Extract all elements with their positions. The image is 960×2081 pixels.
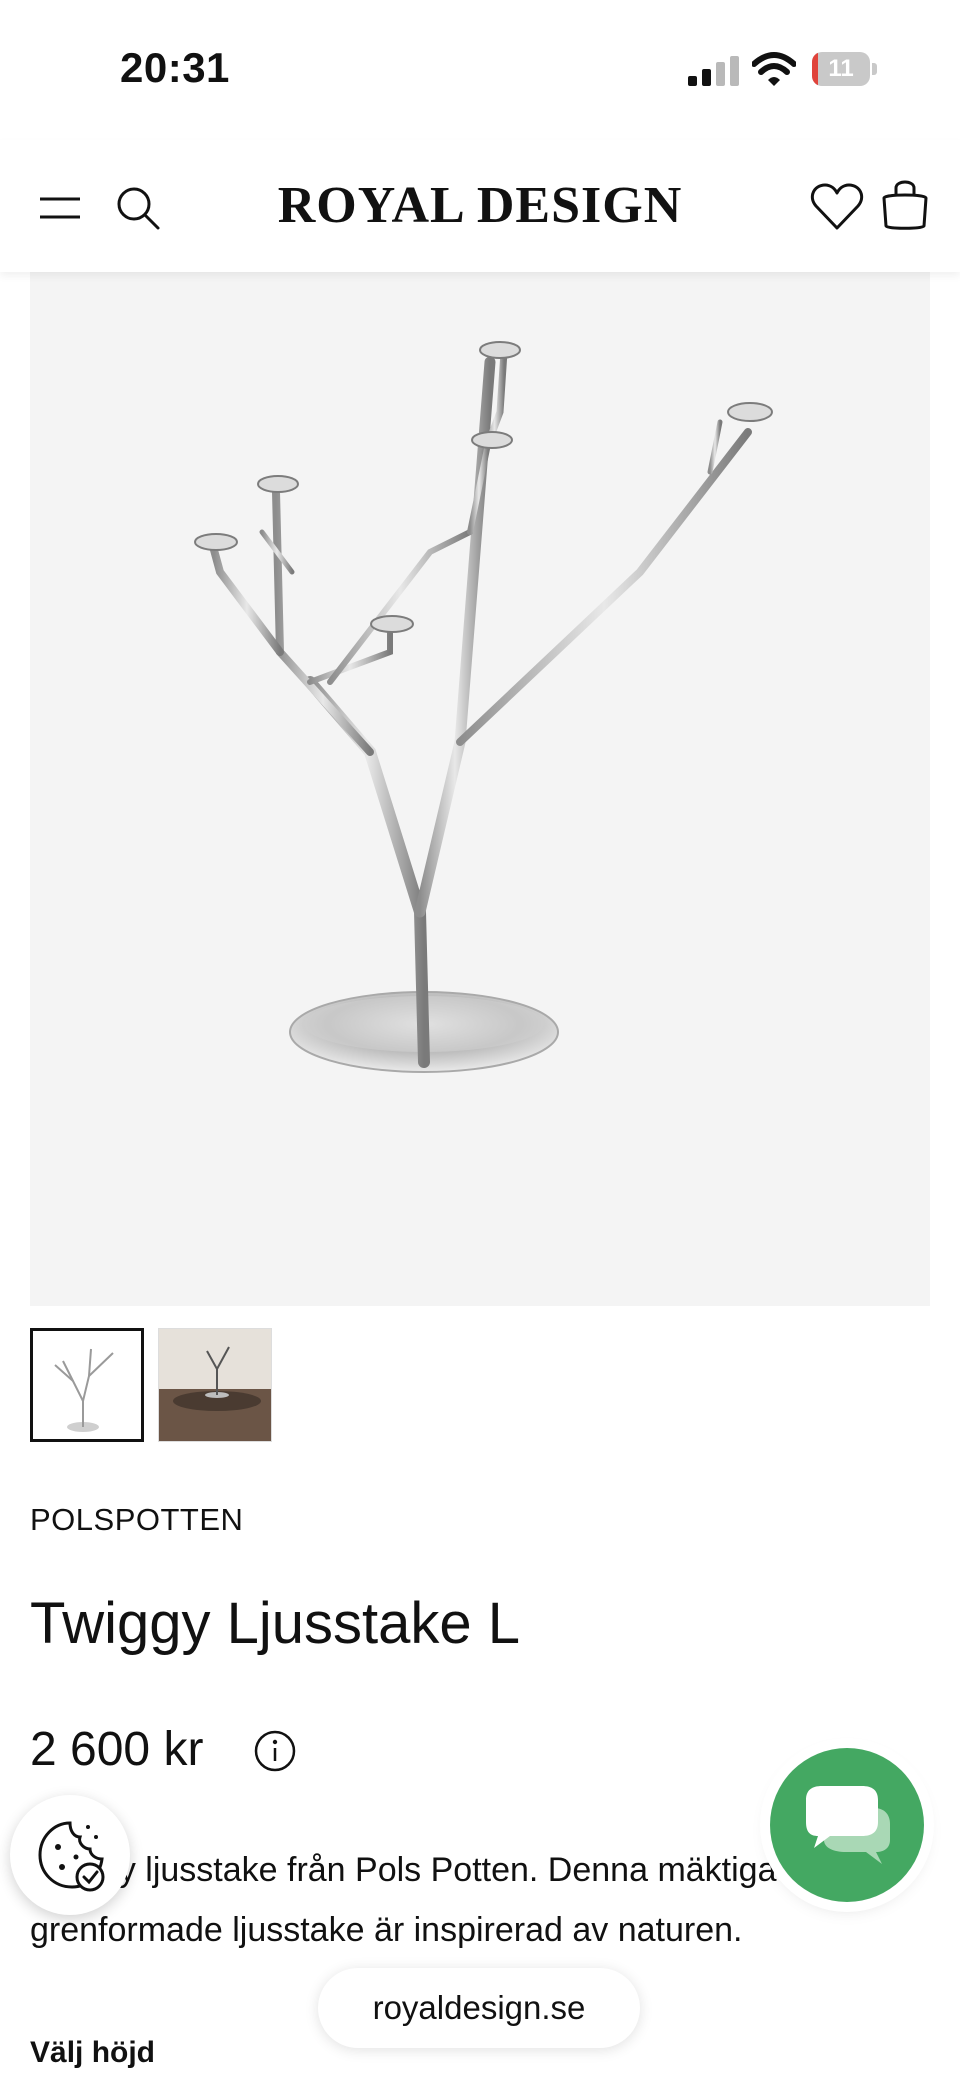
info-icon[interactable] [254,1730,296,1772]
cookie-settings-button[interactable] [10,1795,130,1915]
search-icon[interactable] [114,184,162,232]
thumbnail-product[interactable] [30,1328,144,1442]
status-time: 20:31 [120,44,230,91]
wifi-icon [752,52,796,86]
battery-level: 11 [828,55,854,82]
battery-icon: 11 [812,52,878,86]
chat-button[interactable] [770,1748,924,1902]
choose-height-label: Välj höjd [30,2036,156,2069]
site-logo[interactable]: ROYAL DESIGN [250,176,710,235]
product-main-image[interactable] [30,272,930,1306]
site-header: ROYAL DESIGN [0,140,960,272]
cookie-icon [38,1821,105,1892]
product-title: Twiggy Ljusstake L [30,1591,521,1656]
description-line: grenformade ljusstake är inspirerad av n… [30,1911,743,1949]
browser-url[interactable]: royaldesign.se [318,1968,640,2048]
bag-icon[interactable] [880,176,930,232]
status-bar: 20:31 11 [0,0,960,140]
product-price: 2 600 kr [30,1723,204,1776]
menu-icon[interactable] [38,196,82,220]
thumbnail-interior[interactable] [158,1328,272,1442]
signal-icon [688,56,739,86]
product-brand[interactable]: POLSPOTTEN [30,1502,243,1538]
chat-icon [806,1786,890,1864]
heart-icon[interactable] [810,182,864,232]
